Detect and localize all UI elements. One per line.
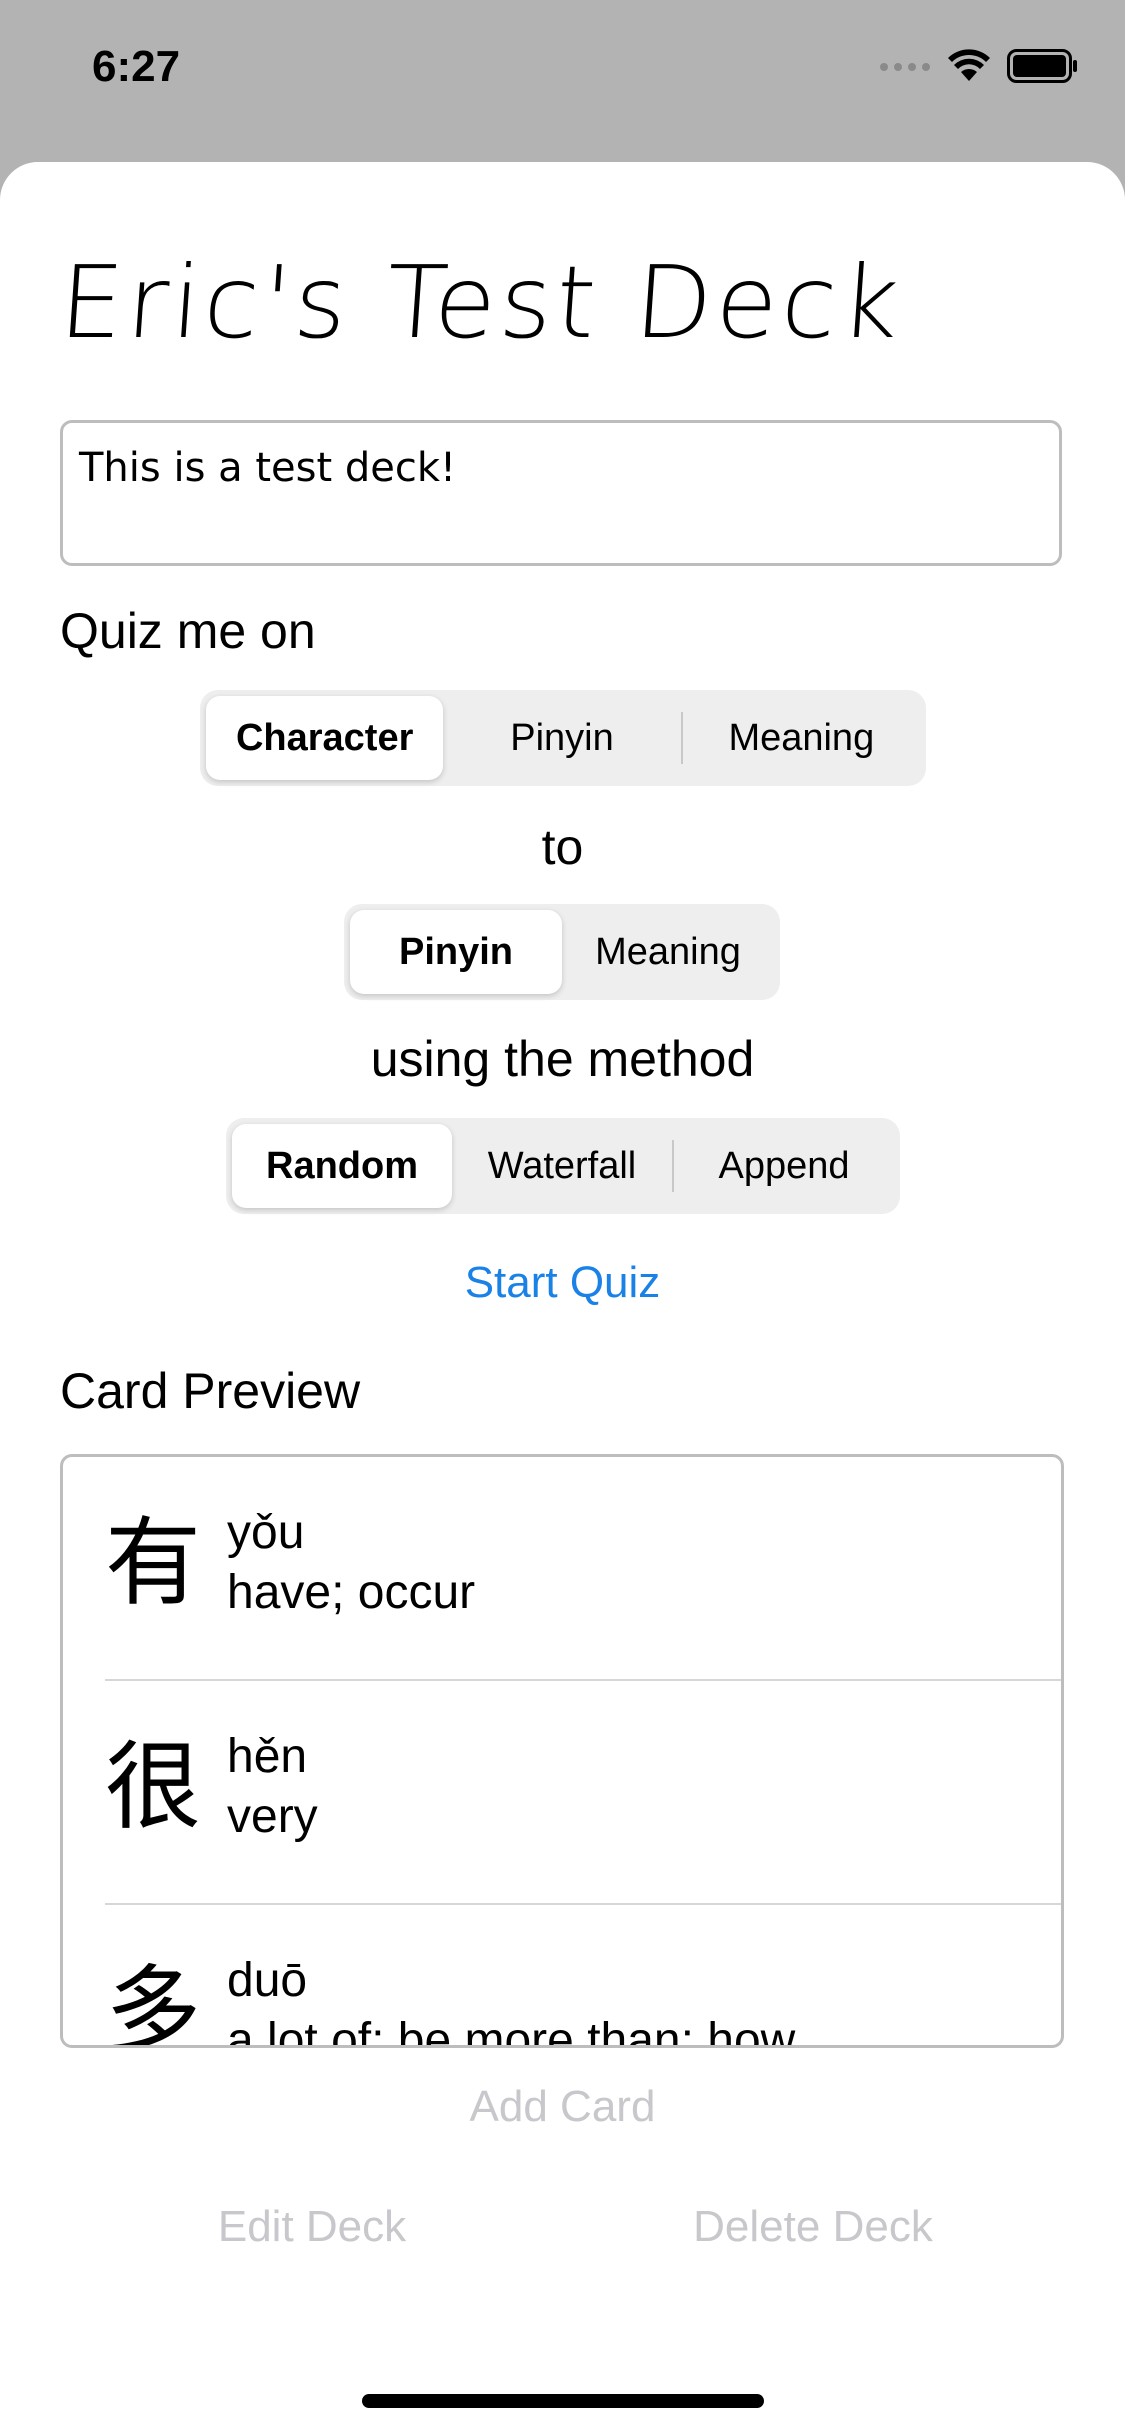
wifi-icon [947, 49, 991, 87]
card-row[interactable]: 有 yǒu have; occur [63, 1457, 1061, 1681]
segment-to-meaning[interactable]: Meaning [562, 910, 774, 994]
quiz-to-segmented-control[interactable]: Pinyin Meaning [344, 904, 780, 1000]
segment-append[interactable]: Append [674, 1124, 894, 1208]
card-row[interactable]: 很 hěn very [63, 1681, 1061, 1905]
quiz-from-segmented-control[interactable]: Character Pinyin Meaning [200, 690, 926, 786]
deck-description-field[interactable]: This is a test deck! [60, 420, 1062, 566]
deck-sheet: Eric's Test Deck This is a test deck! Qu… [0, 162, 1125, 2436]
battery-icon [1007, 49, 1079, 87]
deck-title: Eric's Test Deck [55, 244, 907, 361]
status-bar: 6:27 [0, 0, 1125, 150]
to-label: to [541, 819, 584, 875]
status-icons [879, 48, 1079, 88]
status-time: 6:27 [92, 42, 181, 91]
card-pinyin: hěn [227, 1730, 308, 1783]
card-preview-list[interactable]: 有 yǒu have; occur 很 hěn very 多 duō a lot… [60, 1454, 1064, 2048]
quiz-method-segmented-control[interactable]: Random Waterfall Append [226, 1118, 900, 1214]
home-indicator[interactable] [362, 2394, 764, 2408]
card-meaning: a lot of; be more than; how [227, 2014, 796, 2048]
card-meaning: have; occur [227, 1566, 476, 1619]
segment-to-pinyin[interactable]: Pinyin [350, 910, 562, 994]
card-character: 很 [105, 1731, 201, 1843]
delete-deck-button[interactable]: Delete Deck [613, 2202, 1013, 2252]
edit-deck-button[interactable]: Edit Deck [112, 2202, 512, 2252]
add-card-button[interactable]: Add Card [0, 2082, 1125, 2132]
card-character: 有 [105, 1507, 201, 1619]
method-label: using the method [370, 1031, 755, 1087]
quiz-me-on-label: Quiz me on [60, 603, 316, 659]
signal-icon [879, 59, 931, 78]
segment-meaning[interactable]: Meaning [683, 696, 920, 780]
card-meaning: very [227, 1790, 318, 1843]
segment-pinyin[interactable]: Pinyin [443, 696, 680, 780]
segment-waterfall[interactable]: Waterfall [452, 1124, 672, 1208]
segment-random[interactable]: Random [232, 1124, 452, 1208]
card-character: 多 [105, 1955, 201, 2048]
card-preview-label: Card Preview [60, 1363, 361, 1419]
start-quiz-button[interactable]: Start Quiz [0, 1258, 1125, 1308]
segment-character[interactable]: Character [206, 696, 444, 780]
card-pinyin: duō [227, 1954, 308, 2007]
card-pinyin: yǒu [227, 1506, 305, 1559]
card-row[interactable]: 多 duō a lot of; be more than; how [63, 1905, 1061, 2048]
